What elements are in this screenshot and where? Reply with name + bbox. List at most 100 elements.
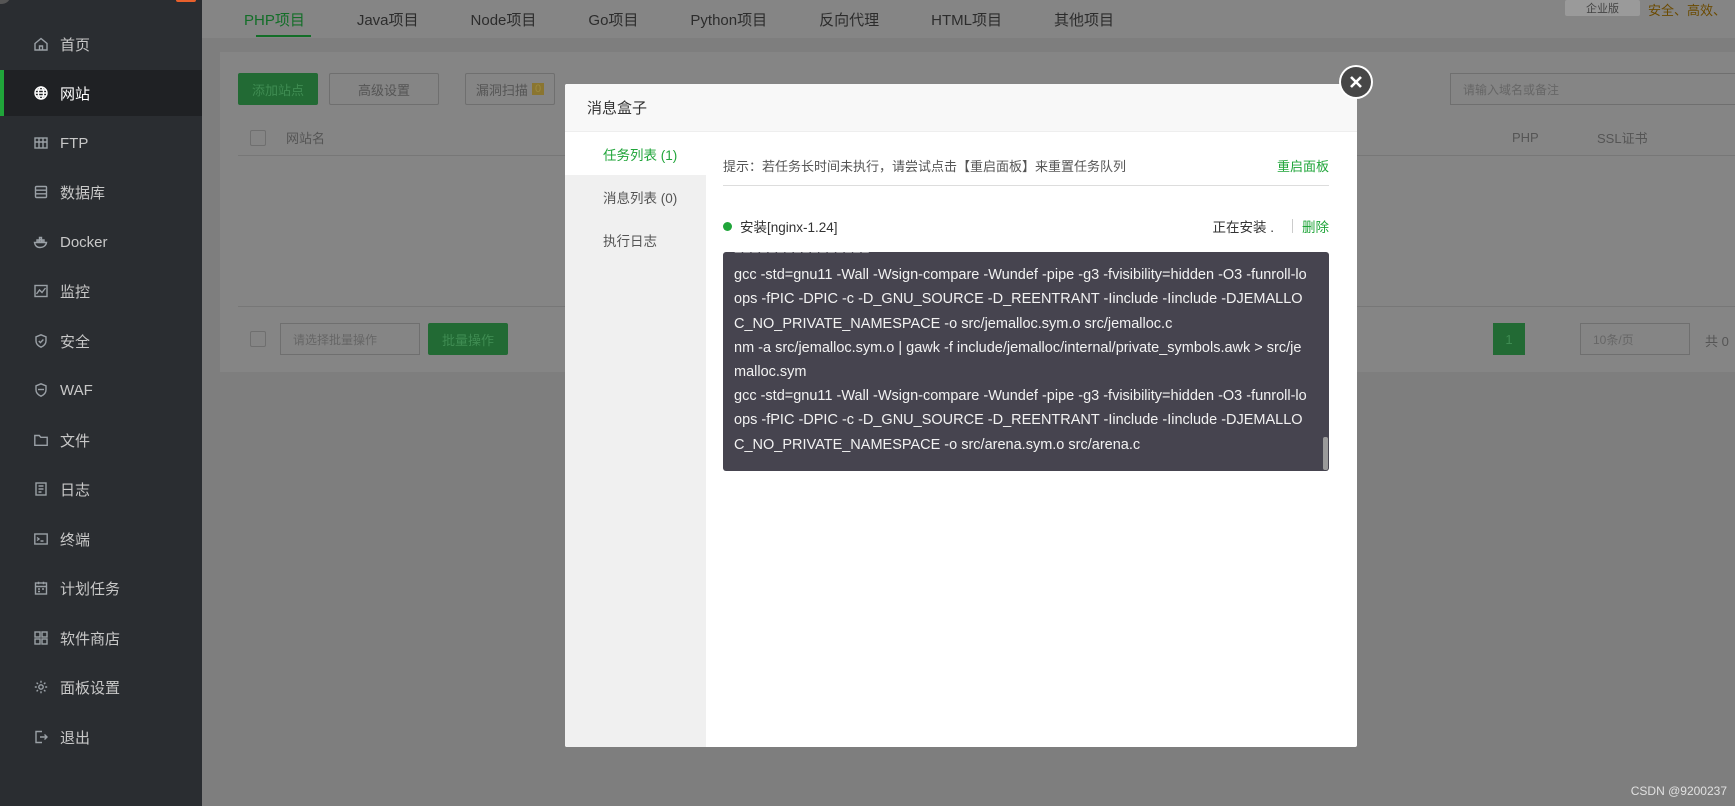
sidebar-item-label: 监控 (60, 283, 91, 301)
close-dialog-button[interactable] (1339, 65, 1373, 99)
sidebar-item-website[interactable]: 网站 (0, 70, 202, 116)
sidebar-item-terminal[interactable]: 终端 (0, 516, 202, 562)
docker-icon (32, 233, 50, 251)
sidebar-item-database[interactable]: 数据库 (0, 169, 202, 215)
sidebar-item-waf[interactable]: WAF (0, 367, 202, 413)
add-site-button[interactable]: 添加站点 (238, 73, 318, 105)
dialog-content: 提示：若任务长时间未执行，请尝试点击【重启面板】来重置任务队列 重启面板 安装[… (723, 132, 1329, 747)
select-all-checkbox[interactable] (250, 130, 266, 146)
vuln-scan-button[interactable]: 漏洞扫描 0 (465, 73, 555, 105)
folder-icon (32, 431, 50, 449)
sidebar-item-label: 软件商店 (60, 630, 121, 648)
calendar-icon (32, 579, 50, 597)
sidebar-item-label: 网站 (60, 85, 91, 103)
enterprise-badge[interactable]: 企业版 (1565, 0, 1640, 16)
sidebar-item-files[interactable]: 文件 (0, 417, 202, 463)
task-status: 正在安装 . (1212, 220, 1274, 235)
ftp-icon (32, 134, 50, 152)
waf-icon (32, 381, 50, 399)
sidebar-item-docker[interactable]: Docker (0, 219, 202, 265)
status-dot-icon (723, 221, 732, 231)
database-icon (32, 183, 50, 201)
sidebar-item-label: Docker (60, 233, 108, 251)
globe-icon (32, 84, 50, 102)
sidebar-item-security[interactable]: 安全 (0, 318, 202, 364)
sidebar-item-label: 计划任务 (60, 580, 121, 598)
sidebar-item-label: 退出 (60, 729, 91, 747)
logout-icon (32, 728, 50, 746)
log-scrollbar[interactable] (1323, 437, 1328, 470)
sidebar-item-label: 日志 (60, 481, 91, 499)
sidebar-item-label: FTP (60, 134, 89, 152)
task-item: 安装[nginx-1.24] 正在安装 . 删除 (723, 216, 1329, 236)
log-line: gcc -std=gnu11 -Wall -Wsign-compare -Wun… (734, 267, 1307, 332)
tab-task-list[interactable]: 任务列表 (1) (565, 132, 706, 175)
col-site-name[interactable]: 网站名 (286, 128, 325, 147)
col-ssl[interactable]: SSL证书 (1597, 128, 1648, 147)
sidebar-item-logs[interactable]: 日志 (0, 466, 202, 512)
sidebar: 首页 网站 FTP 数据库 Docker 监控 安全 WAF 文件 日志 终端 (0, 0, 202, 806)
total-count: 共 0 (1705, 334, 1729, 349)
sidebar-item-store[interactable]: 软件商店 (0, 615, 202, 661)
dialog-header: 消息盒子 (565, 84, 1357, 132)
notification-badge (176, 0, 196, 2)
tab-node[interactable]: Node项目 (445, 0, 563, 38)
log-line: nm -a src/jemalloc.sym.o | gawk -f inclu… (734, 339, 1302, 381)
task-name: 安装[nginx-1.24] (740, 220, 838, 235)
sidebar-item-home[interactable]: 首页 (0, 21, 202, 67)
tab-python[interactable]: Python项目 (664, 0, 793, 38)
sidebar-item-settings[interactable]: 面板设置 (0, 664, 202, 710)
dialog-sidebar: 任务列表 (1) 消息列表 (0) 执行日志 (565, 132, 706, 747)
sidebar-item-label: 首页 (60, 36, 91, 54)
tab-java[interactable]: Java项目 (331, 0, 445, 38)
tab-other[interactable]: 其他项目 (1028, 0, 1140, 38)
vuln-count-badge: 0 (531, 83, 545, 95)
sidebar-item-label: 安全 (60, 333, 91, 351)
enterprise-tagline: 安全、高效、 (1648, 3, 1727, 18)
dialog-title: 消息盒子 (587, 100, 648, 117)
log-line: ================ (734, 252, 1307, 263)
sidebar-item-label: 文件 (60, 432, 91, 450)
tab-exec-log[interactable]: 执行日志 (565, 218, 706, 261)
message-box-dialog: 消息盒子 任务列表 (1) 消息列表 (0) 执行日志 提示：若任务长时间未执行… (565, 84, 1357, 747)
monitor-icon (32, 282, 50, 300)
tip-text: 提示：若任务长时间未执行，请尝试点击【重启面板】来重置任务队列 (723, 159, 1127, 174)
grid-icon (32, 629, 50, 647)
tip-row: 提示：若任务长时间未执行，请尝试点击【重启面板】来重置任务队列 重启面板 (723, 156, 1329, 186)
vuln-scan-label: 漏洞扫描 (475, 82, 528, 98)
log-line: gcc -std=gnu11 -Wall -Wsign-compare -Wun… (734, 388, 1307, 453)
home-icon (32, 35, 50, 53)
batch-button[interactable]: 批量操作 (428, 323, 508, 355)
tab-message-list[interactable]: 消息列表 (0) (565, 175, 706, 218)
tab-html[interactable]: HTML项目 (905, 0, 1028, 38)
batch-select[interactable]: 请选择批量操作 (280, 323, 420, 355)
page-size-select[interactable]: 10条/页 (1580, 323, 1690, 355)
tab-reverse-proxy[interactable]: 反向代理 (793, 0, 905, 38)
logo-icon (0, 0, 10, 4)
sidebar-item-ftp[interactable]: FTP (0, 120, 202, 166)
batch-checkbox[interactable] (250, 331, 266, 347)
tab-php[interactable]: PHP项目 (202, 0, 331, 38)
sidebar-item-label: WAF (60, 381, 93, 399)
restart-panel-link[interactable]: 重启面板 (1277, 156, 1329, 185)
sidebar-item-label: 数据库 (60, 184, 106, 202)
search-input[interactable]: 请输入域名或备注 (1450, 73, 1735, 105)
sidebar-item-label: 面板设置 (60, 679, 121, 697)
watermark: CSDN @9200237 (1630, 784, 1727, 798)
tab-go[interactable]: Go项目 (562, 0, 664, 38)
project-tabs: PHP项目 Java项目 Node项目 Go项目 Python项目 反向代理 H… (202, 0, 1735, 38)
close-icon (1350, 76, 1362, 88)
col-php: PHP (1512, 130, 1539, 145)
sidebar-item-logout[interactable]: 退出 (0, 714, 202, 760)
shield-icon (32, 332, 50, 350)
log-icon (32, 480, 50, 498)
advanced-settings-button[interactable]: 高级设置 (329, 73, 439, 105)
install-log-output[interactable]: ================ gcc -std=gnu11 -Wall -W… (723, 252, 1329, 471)
sidebar-item-monitor[interactable]: 监控 (0, 268, 202, 314)
gear-icon (32, 678, 50, 696)
sidebar-item-cron[interactable]: 计划任务 (0, 565, 202, 611)
delete-task-link[interactable]: 删除 (1302, 216, 1329, 236)
divider (1292, 219, 1293, 233)
page-current[interactable]: 1 (1493, 323, 1525, 355)
terminal-icon (32, 530, 50, 548)
